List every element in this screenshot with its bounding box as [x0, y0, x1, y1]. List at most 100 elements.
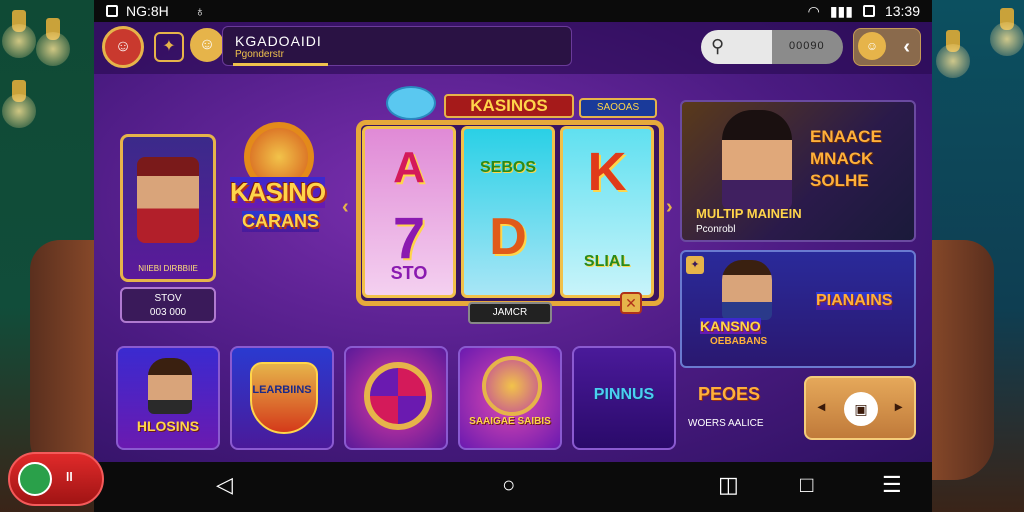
spin-button[interactable]: JAMCR: [468, 302, 552, 324]
bonus-panel[interactable]: PEOES WOERS AALICE: [680, 374, 796, 448]
menu-icon[interactable]: ☰: [882, 472, 902, 498]
promo-headline-line-3: SOLHE: [810, 171, 869, 190]
logo-line-2: CARANS: [242, 211, 320, 232]
roulette-wheel-icon: [364, 362, 432, 430]
game-tile-2[interactable]: LEARBIINS: [230, 346, 334, 450]
game-screen: ☺ ✦ ☺ KGADOAIDI Pgonderstr ⚲ 00090 ☺ ‹ N…: [94, 22, 932, 462]
arrow-right-icon: ›: [666, 196, 673, 218]
hero-card[interactable]: NIIEBI DIRBBIIE: [120, 134, 216, 282]
game-tile-1[interactable]: HLOSINS: [116, 346, 220, 450]
game-tile-4[interactable]: SAAIGAE SAIBIS: [458, 346, 562, 450]
hero-stats[interactable]: STOV 003 000: [120, 287, 216, 323]
game-tile-5-label: PINNUS: [593, 386, 655, 403]
lamp-icon: [36, 18, 70, 66]
lamp-icon: [2, 10, 36, 58]
search-field[interactable]: ⚲ 00090: [701, 30, 843, 64]
bonus-subtitle: WOERS AALICE: [688, 418, 764, 429]
arrow-left-icon: ‹: [342, 196, 349, 218]
promo-headline-line-2: MNACK: [810, 149, 874, 168]
reel-1: A 7 STO: [362, 126, 456, 298]
promo-card[interactable]: ✦ KANSNO OEBABANS PIANAINS: [680, 250, 916, 368]
network-label: NG:8H: [126, 3, 169, 19]
promo-card-left-title: KANSNO: [700, 318, 761, 334]
game-tile-2-label: LEARBIINS: [252, 384, 312, 396]
more-icon: ll: [66, 470, 73, 484]
reel-1-top-symbol: A: [393, 143, 425, 192]
profile-panel[interactable]: KGADOAIDI Pgonderstr: [222, 26, 572, 66]
user-avatar: ☺: [858, 32, 886, 60]
game-tiles: HLOSINS LEARBIINS SAAIGAE SAIBIS PINNUS: [116, 346, 676, 450]
battery-icon: [862, 5, 875, 17]
slot-machine[interactable]: KASINOS SAOOAS A 7 STO SEBOS D K SLIAL J…: [342, 86, 673, 324]
hero-stat-value: 003 000: [149, 307, 187, 318]
reel-3-bottom-symbol: SLIAL: [583, 253, 631, 270]
lobby-icon[interactable]: ✦: [154, 32, 184, 62]
promo-card-right-title: PIANAINS: [816, 292, 893, 310]
hero-caption: NIIEBI DIRBBIIE: [138, 264, 198, 273]
profile-name: KGADOAIDI: [235, 33, 322, 49]
character-portrait: [148, 358, 192, 414]
wifi-icon: ◠: [807, 2, 820, 19]
status-bar: NG:8H ♁ ◠ ▮▮▮ 13:39: [94, 0, 932, 22]
promo-headline: ENAACE MNACK SOLHE: [810, 126, 882, 192]
signal-icon: ▮▮▮: [829, 2, 853, 19]
game-tile-5[interactable]: PINNUS: [572, 346, 676, 450]
profile-avatar[interactable]: ☺: [102, 26, 144, 68]
search-value: 00090: [789, 40, 825, 52]
friend-avatar[interactable]: ☺: [190, 28, 224, 62]
game-tile-4-label: SAAIGAE SAIBIS: [469, 416, 551, 427]
reel-3: K SLIAL: [560, 126, 654, 298]
gift-icon[interactable]: ▣: [844, 392, 878, 426]
tablet-device: NG:8H ♁ ◠ ▮▮▮ 13:39 ☺ ✦ ☺ KGADOAIDI Pgon…: [94, 0, 932, 512]
reel-3-top-symbol: K: [587, 142, 627, 202]
lamp-icon: [990, 8, 1024, 56]
home-icon[interactable]: ○: [502, 472, 515, 498]
close-icon[interactable]: ✕: [620, 292, 642, 314]
lamp-icon: [2, 80, 36, 128]
reel-2-bottom-symbol: D: [489, 208, 527, 266]
app-icon: ♁: [194, 3, 206, 19]
split-screen-icon[interactable]: ◫: [718, 472, 739, 498]
logo-line-1: KASINO: [230, 177, 326, 208]
chevron-left-icon: ‹: [903, 36, 910, 58]
slot-badge: SAOOAS: [579, 98, 657, 118]
reel-2: SEBOS D: [461, 126, 555, 298]
character-portrait: [137, 157, 199, 243]
back-icon[interactable]: ◁: [216, 472, 233, 498]
lamp-icon: [936, 30, 970, 78]
promo-card-left-subtitle: OEBABANS: [710, 336, 768, 347]
bonus-title: PEOES: [698, 384, 761, 404]
promo-character: [722, 260, 772, 320]
mascot-icon: [386, 86, 436, 120]
recents-icon[interactable]: □: [800, 472, 813, 498]
promo-subtitle: Pconrobl: [696, 224, 736, 235]
search-icon: ⚲: [711, 36, 725, 56]
promo-banner[interactable]: ENAACE MNACK SOLHE MULTIP MAINEIN Pconro…: [680, 100, 916, 242]
hero-stat-label: STOV: [154, 293, 182, 304]
game-icon: [18, 462, 52, 496]
reel-1-bottom-symbol: 7: [392, 206, 426, 271]
slot-title: KASINOS: [444, 94, 574, 118]
reel-1-sub-symbol: STO: [390, 263, 428, 283]
carousel-nav[interactable]: ◂ ▣ ▸: [804, 376, 916, 440]
floating-game-button[interactable]: ll: [8, 452, 104, 506]
notification-icon: [106, 5, 118, 17]
game-tile-3[interactable]: [344, 346, 448, 450]
shield-icon: [250, 362, 318, 434]
promo-portrait: [722, 110, 792, 210]
back-button[interactable]: ☺ ‹: [853, 28, 921, 66]
trophy-icon: [482, 356, 542, 416]
header: ☺ ✦ ☺ KGADOAIDI Pgonderstr ⚲ 00090 ☺ ‹: [94, 22, 932, 74]
android-nav-bar: ◁ ○ ◫ □ ☰: [94, 462, 932, 512]
promo-headline-line-1: ENAACE: [810, 127, 882, 146]
game-tile-1-label: HLOSINS: [136, 418, 200, 434]
arrow-left-icon[interactable]: ◂: [818, 398, 825, 415]
clock: 13:39: [884, 3, 920, 19]
star-icon: ✦: [686, 256, 704, 274]
xp-bar: [233, 63, 328, 66]
arrow-right-icon[interactable]: ▸: [895, 398, 902, 415]
kasino-logo: KASINO CARANS: [224, 117, 344, 257]
table-rail-left: [30, 240, 100, 480]
table-rail-right: [924, 240, 994, 480]
reel-2-top-symbol: SEBOS: [479, 159, 536, 176]
